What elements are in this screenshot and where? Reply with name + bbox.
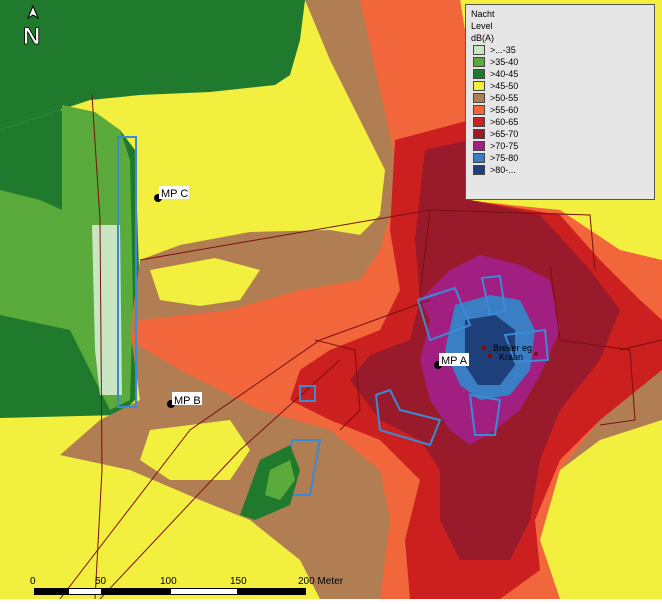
scale-tick-50: 50 (95, 576, 107, 587)
legend-item: >40-45 (473, 68, 649, 80)
legend-item: >55-60 (473, 104, 649, 116)
north-arrow-icon: N (23, 4, 41, 50)
legend-item: >60-65 (473, 116, 649, 128)
measurement-point-a[interactable]: MP A (434, 353, 469, 369)
scale-segment (68, 588, 102, 595)
measurement-point-c[interactable]: MP C (154, 186, 189, 202)
north-label: N (23, 23, 40, 48)
legend-item-label: >35-40 (490, 57, 519, 67)
noise-map: Breker eg Kraan MP C MP B MP A N Nacht L… (0, 0, 662, 600)
mp-c-label: MP C (161, 188, 188, 200)
measurement-point-b[interactable]: MP B (167, 392, 202, 408)
legend-swatch (473, 165, 485, 175)
mp-a-label: MP A (441, 355, 468, 367)
legend-item-label: >80-... (490, 165, 516, 175)
mp-b-label: MP B (174, 395, 201, 407)
legend-item-label: >75-80 (490, 153, 519, 163)
scale-tick-150: 150 (230, 576, 247, 587)
source-label-kraan: Kraan (499, 352, 523, 362)
scale-bar: 0 50 100 150 200 Meter (0, 572, 662, 599)
scale-tick-100: 100 (160, 576, 177, 587)
legend-item: >50-55 (473, 92, 649, 104)
legend-item-label: >...-35 (490, 45, 516, 55)
legend-swatch (473, 105, 485, 115)
legend: Nacht Level dB(A) >...-35 >35-40 >40-45 >45… (465, 4, 655, 200)
legend-item: >75-80 (473, 152, 649, 164)
legend-swatch (473, 93, 485, 103)
scale-segment (102, 588, 170, 595)
scale-segment (238, 588, 306, 595)
scale-tick-200: 200 Meter (298, 576, 344, 587)
legend-swatch (473, 153, 485, 163)
legend-item: >70-75 (473, 140, 649, 152)
legend-swatch (473, 117, 485, 127)
legend-swatch (473, 45, 485, 55)
legend-swatch (473, 129, 485, 139)
legend-item: >35-40 (473, 56, 649, 68)
legend-item-label: >65-70 (490, 129, 519, 139)
legend-item: >45-50 (473, 80, 649, 92)
legend-item: >...-35 (473, 44, 649, 56)
legend-swatch (473, 81, 485, 91)
scale-segment (170, 588, 238, 595)
legend-items: >...-35 >35-40 >40-45 >45-50 >50-55 >55-60 >60… (471, 44, 649, 176)
legend-title-2: Level (471, 21, 493, 31)
legend-swatch (473, 141, 485, 151)
legend-title-1: Nacht (471, 9, 495, 19)
legend-item-label: >45-50 (490, 81, 519, 91)
legend-item-label: >70-75 (490, 141, 519, 151)
legend-swatch (473, 57, 485, 67)
legend-title-3: dB(A) (471, 33, 495, 43)
legend-item-label: >50-55 (490, 93, 519, 103)
scale-tick-0: 0 (30, 576, 36, 587)
scale-segment (34, 588, 68, 595)
legend-swatch (473, 69, 485, 79)
legend-item-label: >55-60 (490, 105, 519, 115)
legend-item: >80-... (473, 164, 649, 176)
north-arrow: N (18, 4, 48, 50)
legend-item-label: >60-65 (490, 117, 519, 127)
legend-item: >65-70 (473, 128, 649, 140)
legend-item-label: >40-45 (490, 69, 519, 79)
